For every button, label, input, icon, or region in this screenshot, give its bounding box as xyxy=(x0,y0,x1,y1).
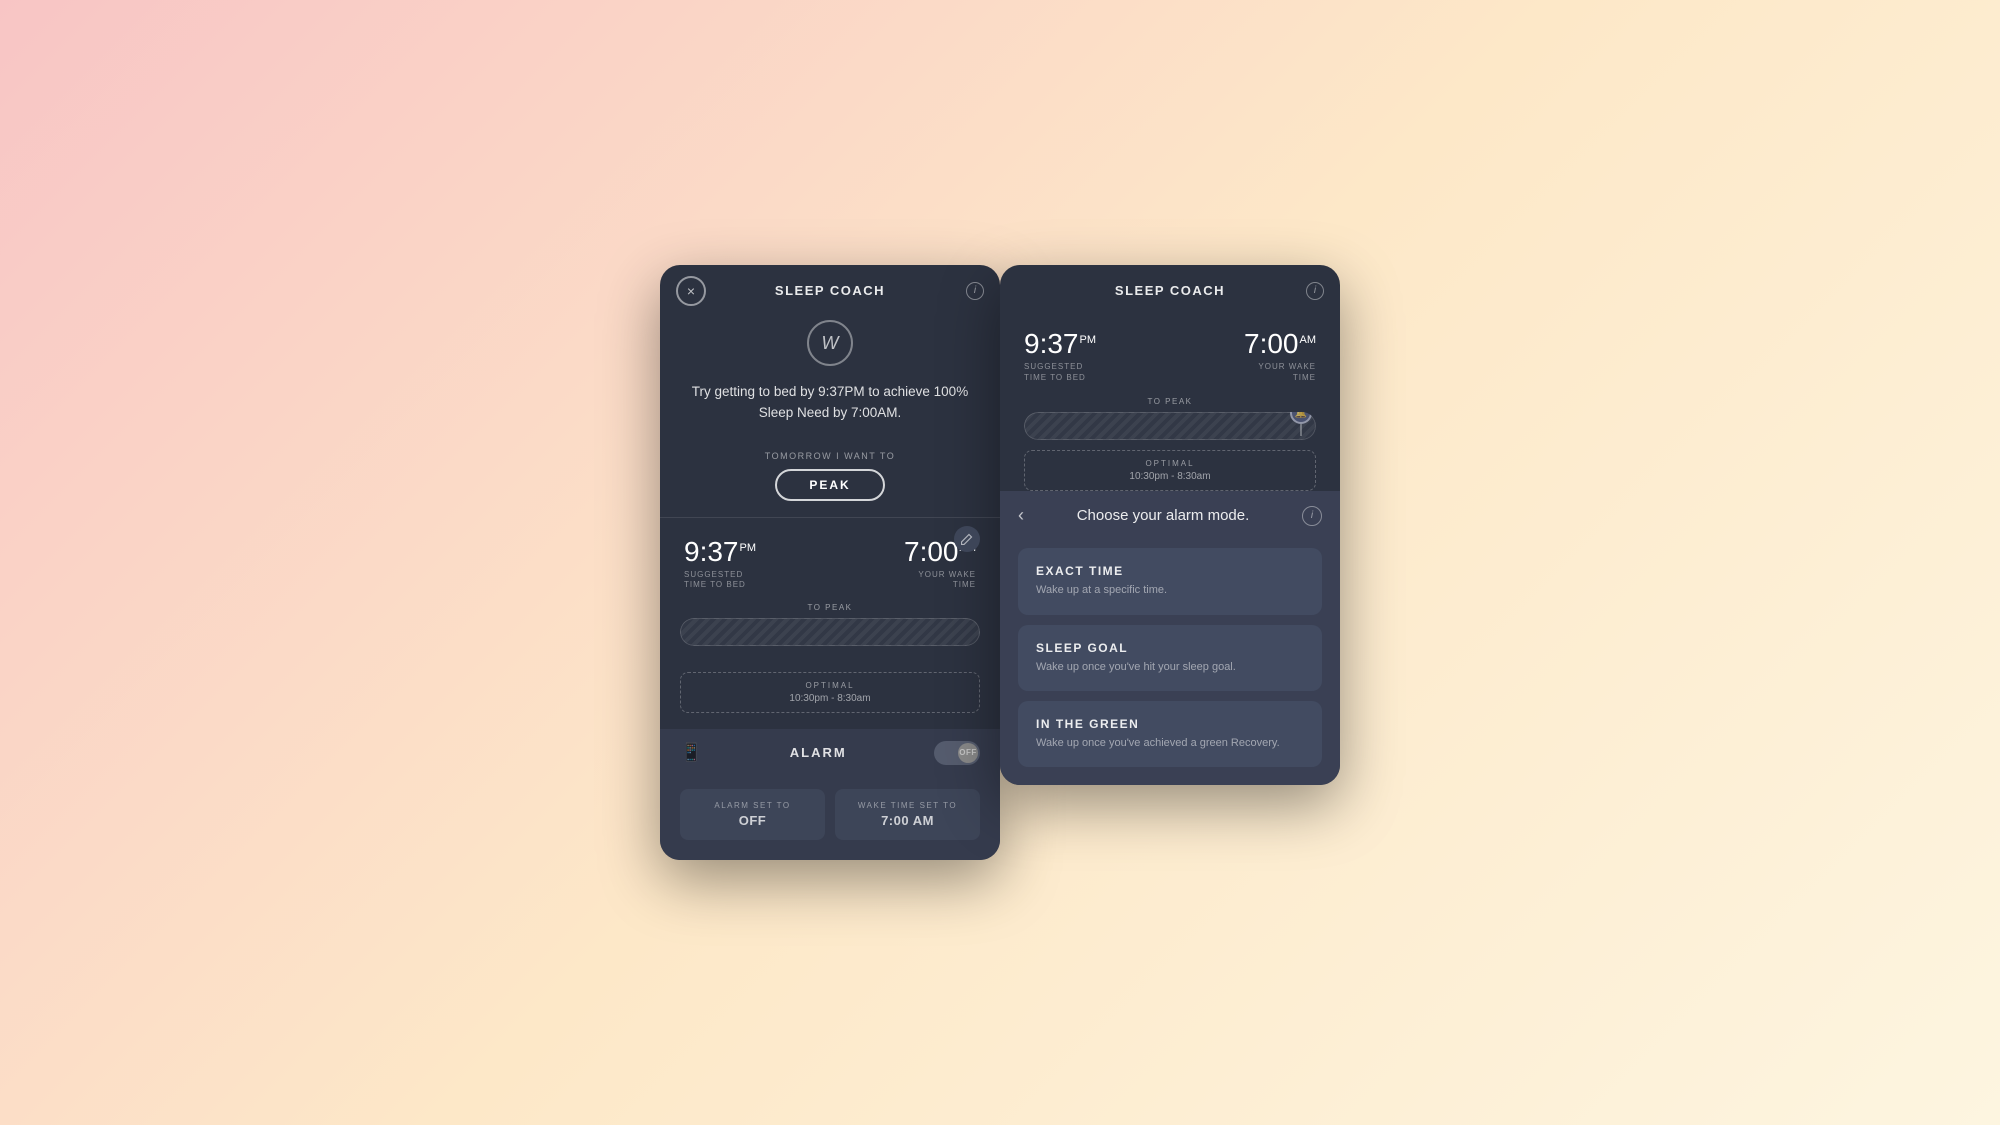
alarm-set-value: OFF xyxy=(688,813,817,828)
alarm-options: EXACT TIME Wake up at a specific time. S… xyxy=(1000,540,1340,785)
edit-button[interactable] xyxy=(954,526,980,552)
phone-icon: 📱 xyxy=(680,742,702,763)
alarm-buttons: ALARM SET TO OFF WAKE TIME SET TO 7:00 A… xyxy=(660,777,1000,860)
pin-icon: 🔔 xyxy=(1286,412,1316,440)
tomorrow-section: TOMORROW I WANT TO PEAK xyxy=(660,451,1000,501)
alarm-set-button[interactable]: ALARM SET TO OFF xyxy=(680,789,825,840)
right-bedtime-label: SUGGESTED TIME TO BED xyxy=(1024,362,1096,383)
left-help-icon[interactable]: i xyxy=(966,282,984,300)
bedtime-stat: 9:37PM SUGGESTED TIME TO BED xyxy=(684,538,756,591)
toggle-knob: OFF xyxy=(958,743,978,763)
in-the-green-title: IN THE GREEN xyxy=(1036,717,1304,731)
alarm-mode-section: ‹ Choose your alarm mode. i EXACT TIME W… xyxy=(1000,491,1340,785)
sleep-goal-title: SLEEP GOAL xyxy=(1036,641,1304,655)
sleep-bar: 9:23 xyxy=(680,618,980,646)
pencil-icon xyxy=(961,533,973,545)
brand-logo: W xyxy=(660,320,1000,366)
exact-time-desc: Wake up at a specific time. xyxy=(1036,583,1304,598)
right-waketime-stat: 7:00AM YOUR WAKE TIME xyxy=(1244,330,1316,383)
brand-circle: W xyxy=(807,320,853,366)
left-screen-title: SLEEP COACH xyxy=(775,283,885,298)
right-bar-container: TO PEAK 9:23 🔔 xyxy=(1000,397,1340,440)
wake-time-button[interactable]: WAKE TIME SET TO 7:00 AM xyxy=(835,789,980,840)
left-screen: × SLEEP COACH i W Try getting to bed by … xyxy=(660,265,1000,859)
sleep-goal-desc: Wake up once you've hit your sleep goal. xyxy=(1036,660,1304,675)
exact-time-title: EXACT TIME xyxy=(1036,564,1304,578)
alarm-section: 📱 ALARM OFF xyxy=(660,729,1000,777)
left-sleep-bar-container: TO PEAK 9:23 xyxy=(660,603,1000,662)
right-screen: SLEEP COACH i 9:37PM SUGGESTED TIME TO B… xyxy=(1000,265,1340,785)
alarm-label: ALARM xyxy=(790,745,847,760)
alarm-mode-help-icon[interactable]: i xyxy=(1302,506,1322,526)
divider xyxy=(660,517,1000,518)
toggle-state: OFF xyxy=(959,748,977,757)
optimal-range: 10:30pm - 8:30am xyxy=(681,693,979,704)
right-waketime-value: 7:00AM xyxy=(1244,330,1316,358)
right-sleep-bar: 9:23 🔔 xyxy=(1024,412,1316,440)
right-bar-top-label: TO PEAK xyxy=(1024,397,1316,406)
in-the-green-option[interactable]: IN THE GREEN Wake up once you've achieve… xyxy=(1018,701,1322,767)
tomorrow-label: TOMORROW I WANT TO xyxy=(765,451,896,461)
right-optimal-box: OPTIMAL 10:30pm - 8:30am xyxy=(1024,450,1316,491)
optimal-label: OPTIMAL xyxy=(681,681,979,690)
wake-time-label: WAKE TIME SET TO xyxy=(843,801,972,810)
bedtime-value: 9:37PM xyxy=(684,538,756,566)
alarm-set-label: ALARM SET TO xyxy=(688,801,817,810)
bedtime-label: SUGGESTED TIME TO BED xyxy=(684,570,756,591)
right-sleep-stats: 9:37PM SUGGESTED TIME TO BED 7:00AM YOUR… xyxy=(1000,312,1340,397)
exact-time-option[interactable]: EXACT TIME Wake up at a specific time. xyxy=(1018,548,1322,614)
sleep-stats: 9:37PM SUGGESTED TIME TO BED 7:00AM YOUR… xyxy=(660,534,1000,603)
bar-top-label: TO PEAK xyxy=(680,603,980,612)
suggestion-text: Try getting to bed by 9:37PM to achieve … xyxy=(660,382,1000,423)
alarm-toggle[interactable]: OFF xyxy=(934,741,980,765)
optimal-box: OPTIMAL 10:30pm - 8:30am xyxy=(680,672,980,713)
in-the-green-desc: Wake up once you've achieved a green Rec… xyxy=(1036,736,1304,751)
sleep-goal-option[interactable]: SLEEP GOAL Wake up once you've hit your … xyxy=(1018,625,1322,691)
waketime-label: YOUR WAKE TIME xyxy=(904,570,976,591)
wake-time-value: 7:00 AM xyxy=(843,813,972,828)
peak-button[interactable]: PEAK xyxy=(775,469,884,501)
right-bar-stripe xyxy=(1024,412,1316,440)
right-bedtime-value: 9:37PM xyxy=(1024,330,1096,358)
left-header: × SLEEP COACH i xyxy=(660,265,1000,312)
alarm-mode-title: Choose your alarm mode. xyxy=(1036,507,1290,524)
bar-stripe xyxy=(680,618,980,646)
screens-container: × SLEEP COACH i W Try getting to bed by … xyxy=(660,265,1340,859)
right-header: SLEEP COACH i xyxy=(1000,265,1340,312)
right-screen-title: SLEEP COACH xyxy=(1115,283,1225,298)
right-optimal-range: 10:30pm - 8:30am xyxy=(1025,471,1315,482)
right-bedtime-stat: 9:37PM SUGGESTED TIME TO BED xyxy=(1024,330,1096,383)
back-button[interactable]: ‹ xyxy=(1018,505,1024,526)
right-waketime-label: YOUR WAKE TIME xyxy=(1244,362,1316,383)
right-optimal-label: OPTIMAL xyxy=(1025,459,1315,468)
alarm-mode-header: ‹ Choose your alarm mode. i xyxy=(1000,491,1340,540)
right-help-icon[interactable]: i xyxy=(1306,282,1324,300)
close-button[interactable]: × xyxy=(676,276,706,306)
